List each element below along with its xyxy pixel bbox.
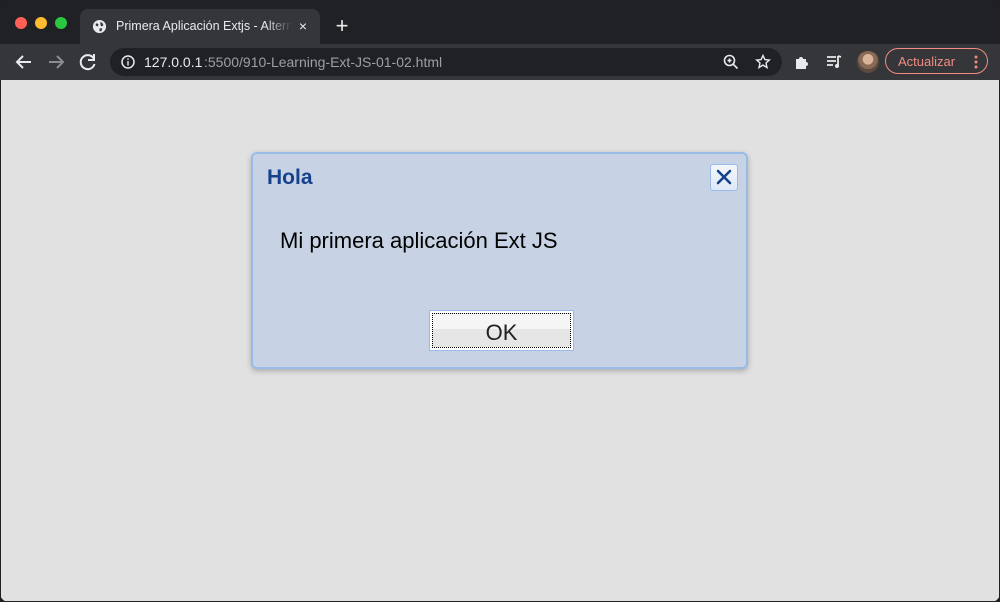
- star-icon[interactable]: [755, 54, 771, 70]
- address-bar[interactable]: 127.0.0.1 :5500/910-Learning-Ext-JS-01-0…: [110, 48, 782, 76]
- forward-arrow-icon[interactable]: [45, 51, 67, 73]
- update-button[interactable]: Actualizar: [885, 48, 988, 74]
- more-menu-icon[interactable]: [974, 55, 978, 69]
- minimize-window-button[interactable]: [35, 17, 47, 29]
- media-control-icon[interactable]: [825, 53, 843, 71]
- ok-button[interactable]: OK: [429, 310, 574, 351]
- zoom-icon[interactable]: [723, 54, 739, 70]
- close-window-button[interactable]: [15, 17, 27, 29]
- globe-icon: [92, 19, 107, 34]
- close-icon: [716, 169, 732, 185]
- ok-button-label: OK: [485, 320, 518, 345]
- dialog-message: Mi primera aplicación Ext JS: [280, 228, 558, 253]
- new-tab-button[interactable]: +: [331, 15, 353, 37]
- url-host: 127.0.0.1: [144, 54, 203, 70]
- zoom-window-button[interactable]: [55, 17, 67, 29]
- message-box: Hola Mi primera aplicación Ext JS OK: [251, 152, 748, 369]
- update-label: Actualizar: [898, 54, 956, 69]
- info-icon[interactable]: [121, 55, 135, 69]
- tab-strip: Primera Aplicación Extjs - Alternativa ×…: [0, 0, 1000, 44]
- ok-button-face: OK: [432, 313, 571, 348]
- browser-toolbar: 127.0.0.1 :5500/910-Learning-Ext-JS-01-0…: [0, 44, 1000, 80]
- browser-window: Primera Aplicación Extjs - Alternativa ×…: [0, 0, 1000, 602]
- browser-tab[interactable]: Primera Aplicación Extjs - Alternativa ×: [80, 9, 320, 44]
- back-arrow-icon[interactable]: [13, 51, 35, 73]
- url-path: :5500/910-Learning-Ext-JS-01-02.html: [204, 54, 443, 70]
- puzzle-icon[interactable]: [793, 53, 811, 71]
- tab-title: Primera Aplicación Extjs - Alternativa: [116, 19, 292, 33]
- tab-close-icon[interactable]: ×: [295, 18, 311, 34]
- dialog-title: Hola: [267, 166, 313, 189]
- dialog-close-button[interactable]: [710, 164, 738, 191]
- profile-avatar[interactable]: [857, 51, 879, 73]
- reload-icon[interactable]: [77, 51, 99, 73]
